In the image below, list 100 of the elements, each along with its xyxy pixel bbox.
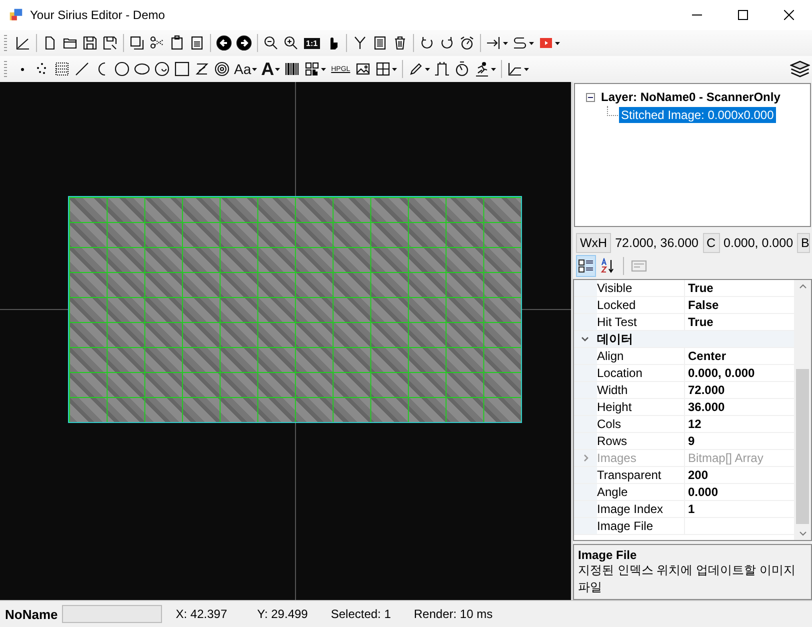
size-value: 72.000, 36.000 — [615, 236, 698, 250]
property-value[interactable]: 0.000 — [685, 485, 718, 499]
pen-icon — [408, 61, 424, 77]
copy-icon — [129, 35, 145, 51]
alarm-clock-icon — [458, 35, 475, 51]
property-pages-icon — [631, 258, 647, 274]
scrollbar[interactable] — [794, 280, 811, 540]
dot-icon — [21, 68, 24, 70]
property-name: Align — [597, 348, 685, 364]
center-value: 0.000, 0.000 — [724, 236, 794, 250]
property-value[interactable]: True — [685, 281, 714, 295]
document-name: NoName — [5, 606, 58, 622]
window-title: Your Sirius Editor - Demo — [30, 8, 165, 22]
circle-icon — [114, 61, 130, 77]
property-value[interactable]: False — [685, 298, 719, 312]
x-coordinate: X: 42.397 — [176, 607, 228, 621]
description-text: 지정된 인덱스 위치에 업데이트할 이미지 파일 — [578, 562, 796, 596]
rotate-left-icon — [418, 35, 435, 51]
layers-button[interactable] — [788, 58, 812, 80]
font-style-button[interactable]: Aa — [232, 58, 260, 80]
paste-icon — [169, 35, 185, 51]
concentric-circles-icon — [214, 61, 230, 77]
caret-icon — [321, 68, 326, 70]
image-icon — [355, 61, 372, 77]
fork-icon — [352, 35, 368, 51]
caret-icon — [554, 42, 560, 44]
property-value[interactable]: Center — [685, 349, 726, 363]
close-icon — [784, 10, 794, 20]
rectangle-icon — [174, 61, 190, 77]
barcode-icon — [284, 61, 300, 77]
property-name: Locked — [597, 297, 685, 313]
zoom-out-icon — [263, 35, 279, 51]
tree-item[interactable]: Stitched Image: 0.000x0.000 — [619, 107, 776, 123]
property-name: Rows — [597, 433, 685, 449]
caret-icon — [524, 68, 530, 70]
caret-icon — [528, 42, 534, 44]
drawing-canvas[interactable] — [0, 82, 573, 600]
property-name: Images — [597, 450, 685, 466]
property-value[interactable]: 0.000, 0.000 — [685, 366, 755, 380]
qr-code-icon — [304, 61, 320, 77]
property-name: Height — [597, 399, 685, 415]
size-label: WxH — [576, 232, 612, 253]
app-icon — [9, 8, 23, 22]
caret-icon — [392, 68, 398, 70]
property-name: Cols — [597, 416, 685, 432]
flag-icon — [538, 35, 554, 51]
categorized-list-icon — [578, 258, 594, 274]
caret-icon — [491, 68, 496, 70]
center-label: C — [702, 232, 720, 253]
caret-icon — [502, 42, 508, 44]
cut-icon — [149, 35, 165, 51]
zoom-in-icon — [283, 35, 299, 51]
property-name: Transparent — [597, 467, 685, 483]
calculator-icon — [189, 35, 205, 51]
table-grid-icon — [375, 61, 392, 77]
description-title: Image File — [578, 548, 638, 562]
arrow-to-line-icon — [486, 35, 502, 51]
b-label: B — [797, 232, 810, 253]
layers-icon — [790, 59, 810, 79]
zoom-actual-button[interactable]: 1:1 — [304, 38, 320, 48]
property-name: Width — [597, 382, 685, 398]
property-value[interactable]: 12 — [685, 417, 702, 431]
text-tool-button[interactable]: A — [259, 58, 282, 80]
pulse-step-icon — [434, 61, 450, 77]
property-value[interactable]: 72.000 — [685, 383, 725, 397]
property-name: Visible — [597, 280, 685, 296]
tree-item[interactable]: Layer: NoName0 - ScannerOnly — [599, 89, 782, 105]
property-value[interactable]: 9 — [685, 434, 695, 448]
selected-count: Selected: 1 — [330, 607, 391, 621]
circle-arc-icon — [154, 61, 170, 77]
property-value[interactable]: 36.000 — [685, 400, 725, 414]
collapse-icon[interactable] — [586, 92, 595, 102]
save-icon — [82, 35, 98, 51]
line-chart-icon — [507, 61, 524, 77]
ellipse-icon — [134, 61, 150, 77]
property-value[interactable]: True — [685, 315, 714, 329]
categorized-view-button[interactable] — [576, 255, 596, 278]
render-time: Render: 10 ms — [414, 607, 493, 621]
property-name: Image Index — [597, 501, 685, 517]
caret-icon — [425, 68, 430, 70]
s-path-icon — [512, 35, 528, 51]
caret-icon — [252, 68, 258, 70]
property-name: Angle — [597, 484, 685, 500]
property-value[interactable]: 1 — [685, 502, 695, 516]
property-name: Location — [597, 365, 685, 381]
property-value[interactable]: 200 — [685, 468, 708, 482]
zigzag-icon — [194, 61, 210, 77]
rotate-right-icon — [438, 35, 455, 51]
timer-icon — [454, 61, 470, 77]
document-list-icon — [372, 35, 388, 51]
dot-grid-icon — [54, 61, 70, 77]
y-coordinate: Y: 29.499 — [257, 607, 308, 621]
category-label: 데이터 — [597, 330, 633, 348]
maximize-icon — [738, 10, 748, 20]
chevron-down-icon[interactable] — [580, 334, 590, 344]
caret-icon — [275, 68, 280, 70]
property-name: Image File — [597, 518, 685, 534]
save-as-icon — [102, 35, 118, 51]
sort-az-icon — [600, 258, 616, 274]
runner-icon — [474, 61, 490, 77]
